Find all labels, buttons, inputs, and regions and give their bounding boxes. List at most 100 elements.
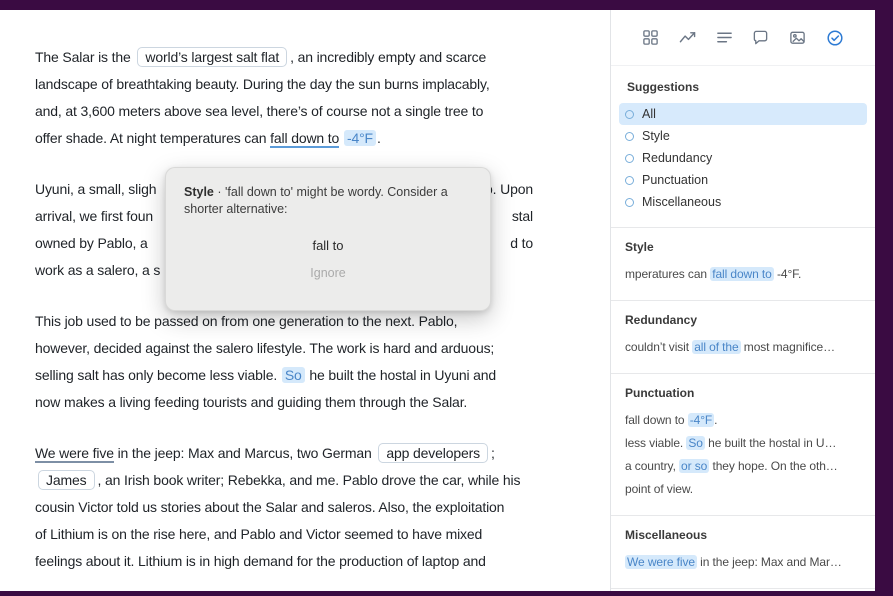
filter-all[interactable]: All [619,103,867,125]
text-line: however, decided against the salero life… [35,335,610,362]
text-line: and, at 3,600 meters above sea level, th… [35,98,610,125]
text-line: landscape of breathtaking beauty. During… [35,71,610,98]
text-run: a country, [625,459,679,473]
paragraph: This job used to be passed on from one g… [35,308,610,416]
text-run: most magnifice… [741,340,835,354]
text-run: landscape of breathtaking beauty. During… [35,76,490,92]
highlighted-fragment: We were five [625,555,697,569]
text-line: This job used to be passed on from one g… [35,308,610,335]
text-run: he built the hostal in Uyuni and [306,367,496,383]
category-circle-icon [625,154,634,163]
filter-label: Punctuation [642,173,708,187]
image-icon[interactable] [789,29,806,46]
section-title: Miscellaneous [625,528,861,542]
category-circle-icon [625,132,634,141]
highlighted-fragment: all of the [692,340,740,354]
filter-miscellaneous[interactable]: Miscellaneous [619,191,867,213]
replacement-button[interactable]: fall to [184,238,472,253]
trend-chart-icon[interactable] [679,29,696,46]
text-run: Uyuni, a small, sligh [35,181,156,197]
highlighted-fragment: So [686,436,704,450]
text-run: point of view. [625,482,693,496]
filter-label: Redundancy [642,151,712,165]
suggestion-highlighted-text[interactable]: So [282,367,305,383]
popover-category: Style [184,185,214,199]
text-run: , an incredibly empty and scarce [290,49,486,65]
text-fragment: owned by Pablo, a [35,230,148,257]
filters-panel: Suggestions AllStyleRedundancyPunctuatio… [611,66,875,227]
list-icon[interactable] [716,29,733,46]
text-run: ; [491,445,495,461]
text-fragment: work as a salero, a s [35,257,160,284]
bottom-divider [611,588,875,596]
comment-icon[interactable] [752,29,769,46]
grid-icon[interactable] [642,29,659,46]
app-window: The Salar is the world’s largest salt fl… [0,10,875,591]
suggestion-boxed-text[interactable]: James [38,470,95,490]
suggestion-item[interactable]: a country, or so they hope. On the oth… [625,455,861,478]
category-circle-icon [625,110,634,119]
text-run: and, at 3,600 meters above sea level, th… [35,103,483,119]
text-run: mperatures can [625,267,710,281]
text-run: of Lithium is on the rise here, and Pabl… [35,526,482,542]
text-run: -4°F. [774,267,802,281]
highlighted-fragment: -4°F [688,413,714,427]
editor-pane[interactable]: The Salar is the world’s largest salt fl… [0,10,610,591]
suggestion-item[interactable]: We were five in the jeep: Max and Mar… [625,551,861,574]
text-line: cousin Victor told us stories about the … [35,494,610,521]
text-run: The Salar is the [35,49,134,65]
text-run: in the jeep: Max and Mar… [697,555,842,569]
suggestion-boxed-text[interactable]: world’s largest salt flat [137,47,287,67]
suggestion-item[interactable]: fall down to -4°F. [625,409,861,432]
suggestion-popover: Style · 'fall down to' might be wordy. C… [165,167,491,311]
filter-punctuation[interactable]: Punctuation [619,169,867,191]
highlighted-fragment: or so [679,459,709,473]
suggestion-section-punctuation: Punctuationfall down to -4°F.less viable… [611,373,875,515]
suggestion-underlined-text[interactable]: fall down to [270,130,339,148]
text-line: now makes a living feeding tourists and … [35,389,610,416]
highlighted-fragment: fall down to [710,267,774,281]
suggestion-highlighted-text[interactable]: -4°F [344,130,376,146]
section-title: Redundancy [625,313,861,327]
text-run: however, decided against the salero life… [35,340,494,356]
suggestion-item[interactable]: point of view. [625,478,861,501]
text-run: . [714,413,717,427]
text-line: The Salar is the world’s largest salt fl… [35,44,610,71]
suggestion-item[interactable]: couldn’t visit all of the most magnifice… [625,336,861,359]
text-fragment: Uyuni, a small, sligh [35,176,156,203]
suggestion-item[interactable]: mperatures can fall down to -4°F. [625,263,861,286]
suggestion-underlined-text[interactable]: We were five [35,445,114,463]
text-run: feelings about it. Lithium is in high de… [35,553,486,569]
paragraph: We were five in the jeep: Max and Marcus… [35,440,610,575]
text-fragment: o. Upon [485,176,533,203]
text-line: James, an Irish book writer; Rebekka, an… [35,467,610,494]
sidebar-sections: Style mperatures can fall down to -4°F. Re… [611,227,875,588]
text-run: stal [512,208,533,224]
text-run: couldn’t visit [625,340,692,354]
suggestions-sidebar: Suggestions AllStyleRedundancyPunctuatio… [610,10,875,591]
text-run: selling salt has only become less viable… [35,367,281,383]
text-line: of Lithium is on the rise here, and Pabl… [35,521,610,548]
filter-style[interactable]: Style [619,125,867,147]
text-run: in the jeep: Max and Marcus, two German [114,445,376,461]
text-run: less viable. [625,436,686,450]
section-title: Style [625,240,861,254]
text-run: cousin Victor told us stories about the … [35,499,504,515]
filter-label: Miscellaneous [642,195,721,209]
suggestion-section-style: Style mperatures can fall down to -4°F. [611,227,875,300]
suggestion-item[interactable]: less viable. So he built the hostal in U… [625,432,861,455]
text-run: This job used to be passed on from one g… [35,313,457,329]
text-fragment: d to [510,230,533,257]
text-line: selling salt has only become less viable… [35,362,610,389]
suggestion-boxed-text[interactable]: app developers [378,443,488,463]
filter-redundancy[interactable]: Redundancy [619,147,867,169]
ignore-button[interactable]: Ignore [184,266,472,280]
category-circle-icon [625,176,634,185]
sidebar-toolbar [611,10,875,66]
suggestion-section-redundancy: Redundancy couldn’t visit all of the most… [611,300,875,373]
filter-label: All [642,107,656,121]
text-run: d to [510,235,533,251]
check-badge-icon[interactable] [826,29,844,47]
text-run: he built the hostal in U… [705,436,836,450]
text-run: , an Irish book writer; Rebekka, and me.… [98,472,521,488]
